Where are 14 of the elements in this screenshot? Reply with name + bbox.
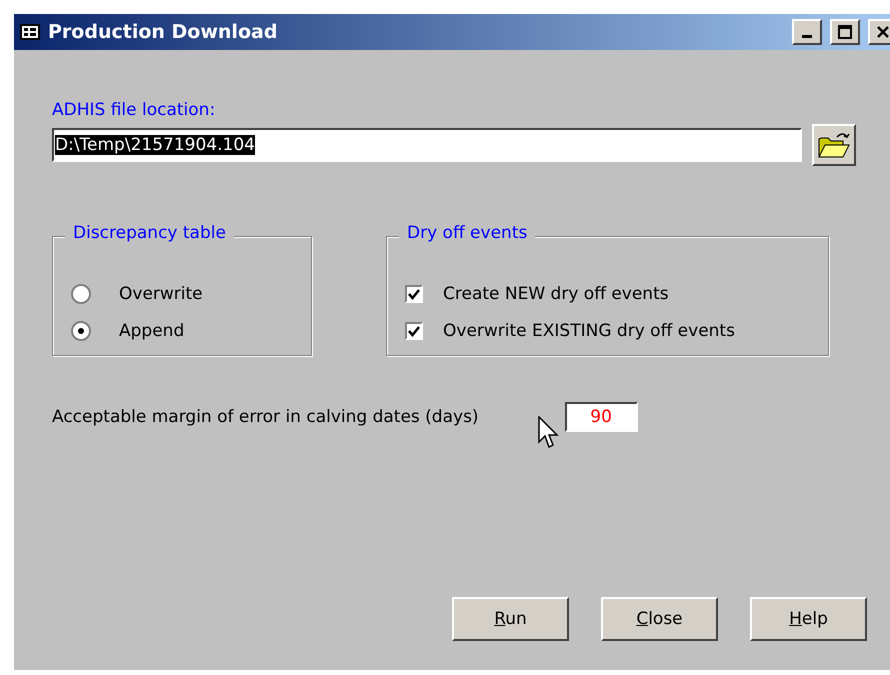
- group-title: Dry off events: [399, 223, 536, 243]
- group-title: Discrepancy table: [65, 223, 234, 243]
- radio-label: Overwrite: [119, 284, 203, 304]
- checkbox-label: Overwrite EXISTING dry off events: [443, 320, 735, 340]
- margin-days-field[interactable]: 90: [564, 402, 638, 432]
- dialog-button[interactable]: Help: [750, 597, 867, 641]
- radio-label: Append: [119, 320, 184, 340]
- window-title: Production Download: [48, 21, 278, 43]
- margin-label: Acceptable margin of error in calving dates (days): [52, 407, 479, 427]
- dialog-button[interactable]: Run: [452, 597, 569, 641]
- dialog-button[interactable]: Close: [601, 597, 718, 641]
- file-location-label: ADHIS file location:: [52, 100, 216, 120]
- file-path-field[interactable]: D:\Temp\21571904.104: [52, 128, 802, 162]
- checkbox-label: Create NEW dry off events: [443, 284, 669, 304]
